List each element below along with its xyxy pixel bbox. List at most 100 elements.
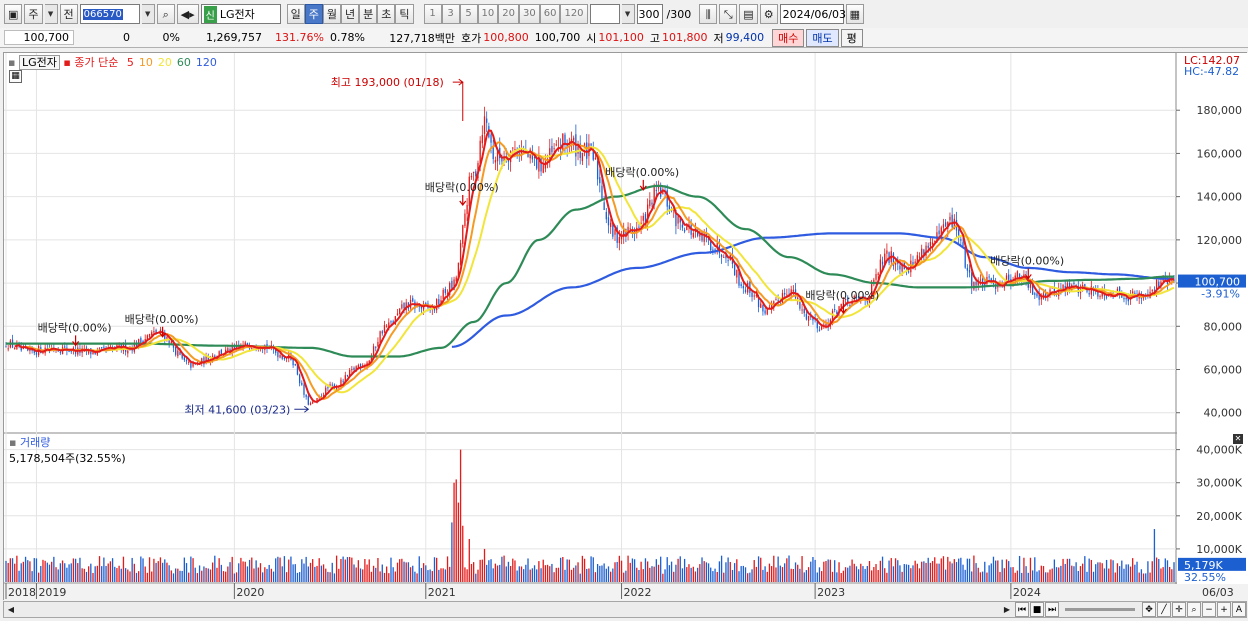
jeon-button[interactable]: 전 bbox=[59, 4, 78, 24]
volume-bar bbox=[690, 567, 692, 582]
buy-button[interactable]: 매수 bbox=[772, 28, 805, 47]
candle-body bbox=[601, 185, 603, 200]
volume-bar bbox=[481, 559, 483, 582]
sell-button[interactable]: 매도 bbox=[806, 28, 839, 47]
draw-icon[interactable]: ⤡ bbox=[719, 4, 738, 24]
candle-body bbox=[966, 267, 969, 271]
text-icon[interactable]: A bbox=[1232, 602, 1246, 617]
zoom-out-icon[interactable]: − bbox=[1202, 602, 1216, 617]
candle-body bbox=[573, 137, 575, 141]
interval-button[interactable]: 20 bbox=[498, 4, 519, 24]
volume-bar bbox=[344, 559, 346, 582]
period-ju-dropdown[interactable]: 주 bbox=[24, 4, 43, 24]
volume-bar bbox=[409, 567, 412, 582]
interval-button[interactable]: 5 bbox=[459, 4, 478, 24]
close-icon[interactable]: ✕ bbox=[1233, 434, 1243, 444]
interval-button[interactable]: 60 bbox=[539, 4, 561, 24]
stop-icon[interactable]: ■ bbox=[1030, 602, 1044, 617]
interval-button[interactable]: 30 bbox=[518, 4, 540, 24]
chevron-down-icon[interactable]: ▼ bbox=[141, 4, 155, 24]
magnify-icon[interactable]: ⌕ bbox=[1187, 602, 1201, 617]
count-input[interactable]: 300 bbox=[636, 4, 663, 24]
volume-bar bbox=[1031, 570, 1034, 582]
layout-icon[interactable]: ▣ bbox=[4, 4, 23, 24]
save-icon[interactable]: ▤ bbox=[739, 4, 758, 24]
period-tab[interactable]: 년 bbox=[341, 4, 360, 24]
volume-bar bbox=[507, 561, 510, 582]
last-page-icon[interactable]: ⏭ bbox=[1045, 602, 1059, 617]
crosshair-icon[interactable]: ✛ bbox=[1172, 602, 1186, 617]
interval-button[interactable]: 10 bbox=[477, 4, 499, 24]
volume-bar bbox=[246, 566, 249, 582]
volume-bar bbox=[566, 559, 568, 582]
candle-body bbox=[927, 245, 929, 248]
candle-body bbox=[401, 304, 403, 309]
interval-button[interactable]: 3 bbox=[441, 4, 460, 24]
candle-body bbox=[188, 361, 190, 363]
speaker-icon[interactable]: ◀▸ bbox=[176, 4, 199, 24]
chart-panel[interactable]: 40,00060,00080,000100,000120,000140,0001… bbox=[3, 52, 1248, 601]
line-icon[interactable]: ╱ bbox=[1157, 602, 1171, 617]
candle-body bbox=[342, 380, 344, 382]
volume-bar bbox=[681, 568, 684, 582]
period-tab[interactable]: 초 bbox=[377, 4, 396, 24]
volume-bar bbox=[1038, 570, 1040, 582]
volume-bar bbox=[764, 566, 766, 582]
period-tab[interactable]: 월 bbox=[322, 4, 342, 24]
scroll-right-icon[interactable]: ▶ bbox=[1000, 602, 1014, 617]
volume-bar bbox=[514, 560, 516, 582]
candle-body bbox=[436, 299, 438, 311]
volume-bar bbox=[616, 561, 618, 582]
stock-name-field[interactable]: 신 LG전자 bbox=[200, 4, 281, 24]
legend-ma-item: 10 bbox=[138, 56, 153, 69]
interval-button[interactable]: 120 bbox=[560, 4, 588, 24]
volume-bar bbox=[220, 564, 222, 582]
pan-icon[interactable]: ✥ bbox=[1142, 602, 1156, 617]
period-tab[interactable]: 일 bbox=[286, 4, 305, 24]
volume-bar bbox=[1162, 567, 1164, 582]
candle-body bbox=[607, 217, 610, 226]
scroll-left-icon[interactable]: ◀ bbox=[4, 602, 18, 617]
stock-code-input[interactable]: 066570 bbox=[79, 4, 140, 24]
legend-stock[interactable]: LG전자 bbox=[18, 55, 60, 70]
volume-bar bbox=[5, 560, 7, 582]
volume-bar bbox=[146, 572, 149, 582]
gear-icon[interactable]: ⚙ bbox=[759, 4, 778, 24]
candle-body bbox=[527, 153, 529, 158]
volume-bar bbox=[74, 558, 77, 582]
candle-body bbox=[464, 213, 466, 227]
volume-bar bbox=[16, 555, 18, 582]
x-tick-label: 2018 bbox=[8, 586, 36, 599]
volume-bar bbox=[53, 556, 55, 582]
price-volume-chart[interactable]: 40,00060,00080,000100,000120,000140,0001… bbox=[4, 53, 1248, 601]
period-tab[interactable]: 틱 bbox=[395, 4, 414, 24]
date-input[interactable]: 2024/06/03 bbox=[779, 4, 846, 24]
grid-toggle-icon[interactable]: ▦ bbox=[9, 70, 22, 83]
chevron-down-icon[interactable]: ▼ bbox=[44, 4, 58, 24]
candle-icon[interactable]: ⫼ bbox=[699, 4, 718, 24]
calendar-icon[interactable]: ▦ bbox=[845, 4, 865, 24]
volume-bar bbox=[747, 573, 749, 582]
first-page-icon[interactable]: ⏮ bbox=[1015, 602, 1029, 617]
period-tab[interactable]: 분 bbox=[359, 4, 378, 24]
search-icon[interactable]: ⌕ bbox=[156, 4, 175, 24]
volume-bar bbox=[285, 572, 288, 582]
candle-body bbox=[140, 338, 142, 343]
volume-bar bbox=[864, 568, 866, 582]
volume-bar bbox=[777, 556, 779, 582]
chevron-down-icon[interactable]: ▼ bbox=[621, 4, 635, 24]
volume-bar bbox=[1049, 569, 1051, 582]
zoom-slider[interactable] bbox=[1065, 608, 1135, 611]
volume-bar bbox=[55, 567, 57, 582]
period-tab[interactable]: 주 bbox=[304, 4, 323, 24]
high-price: 101,800 bbox=[661, 31, 708, 44]
volume-bar bbox=[1045, 572, 1047, 582]
volume-bar bbox=[879, 560, 882, 582]
eval-button[interactable]: 평 bbox=[840, 28, 863, 47]
interval-custom-input[interactable] bbox=[589, 4, 620, 24]
volume-bar bbox=[601, 565, 603, 582]
volume-bar bbox=[512, 558, 514, 582]
interval-button[interactable]: 1 bbox=[423, 4, 442, 24]
price-tick-label: 120,000 bbox=[1197, 234, 1243, 247]
zoom-in-icon[interactable]: + bbox=[1217, 602, 1231, 617]
